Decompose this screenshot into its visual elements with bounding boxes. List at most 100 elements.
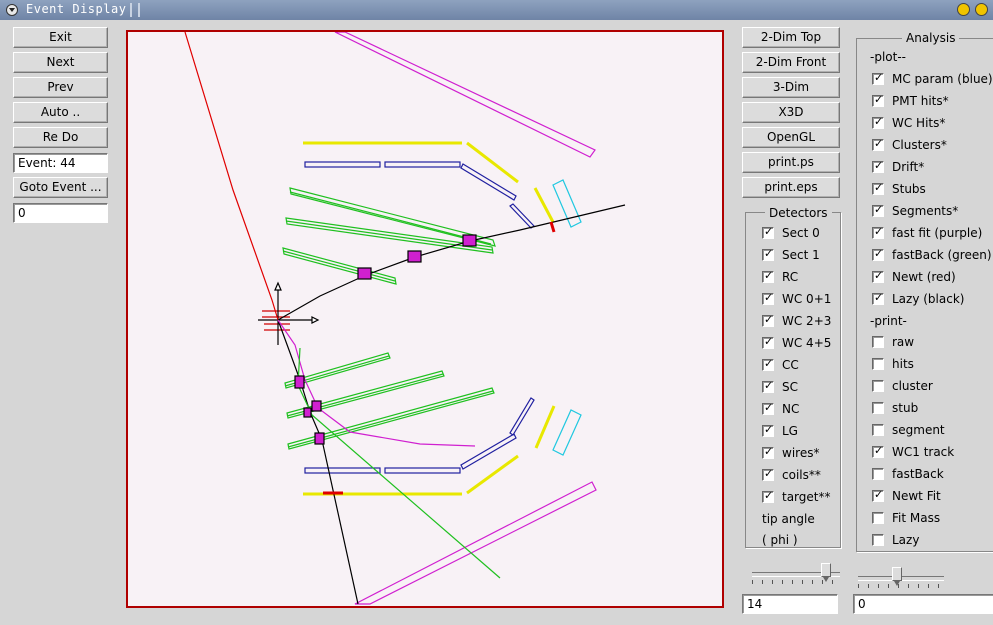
checkbox-label: fastBack (green) [892,248,992,262]
checkbox-label: WC1 track [892,445,955,459]
checkbox-box[interactable] [872,224,884,240]
checkbox-label: CC [782,358,799,372]
checkbox-box[interactable] [872,358,884,370]
checkbox-box[interactable] [872,268,884,284]
tip-angle-label: tip angle [762,512,815,526]
checkbox-box[interactable] [872,336,884,348]
two-dim-front-button[interactable]: 2-Dim Front [742,52,840,73]
checkbox-box[interactable] [872,136,884,152]
phi-label: ( phi ) [762,533,798,547]
tip-angle-slider-thumb[interactable] [820,563,831,582]
checkbox-label: RC [782,270,799,284]
checkbox-box[interactable] [872,380,884,392]
three-dim-button[interactable]: 3-Dim [742,77,840,98]
checkbox-box[interactable] [762,466,774,482]
checkbox-box[interactable] [872,158,884,174]
prev-button[interactable]: Prev [13,77,108,98]
checkbox-box[interactable] [872,202,884,218]
checkbox-label: Lazy [892,533,920,547]
checkbox-label: fast fit (purple) [892,226,983,240]
checkbox-label: stub [892,401,919,415]
checkbox-box[interactable] [872,534,884,546]
tip-angle-slider[interactable] [752,563,840,593]
event-display-canvas[interactable] [126,30,724,608]
checkbox-box[interactable] [872,443,884,459]
checkbox-box[interactable] [762,356,774,372]
next-button[interactable]: Next [13,52,108,73]
analysis-slider-thumb[interactable] [892,567,903,586]
checkbox-box[interactable] [762,422,774,438]
checkbox-box[interactable] [872,70,884,86]
opengl-button[interactable]: OpenGL [742,127,840,148]
checkbox-label: Newt Fit [892,489,941,503]
checkbox-box[interactable] [762,444,774,460]
checkbox-label: Newt (red) [892,270,956,284]
checkbox-box[interactable] [872,290,884,306]
window-title: Event Display [26,2,127,16]
checkbox-label: Sect 1 [782,248,820,262]
checkbox-box[interactable] [762,246,774,262]
checkbox-label: PMT hits* [892,94,949,108]
red-hits [323,221,556,495]
plot-header: -plot-- [870,50,906,64]
checkbox-box[interactable] [872,424,884,436]
analysis-value[interactable]: 0 [853,594,993,614]
blue-chambers [304,161,535,474]
goto-event-button[interactable]: Goto Event ... [13,177,108,198]
checkbox-label: target** [782,490,831,504]
checkbox-label: Sect 0 [782,226,820,240]
checkbox-label: segment [892,423,945,437]
checkbox-box[interactable] [762,334,774,350]
checkbox-label: Lazy (black) [892,292,965,306]
checkbox-box[interactable] [872,114,884,130]
analysis-slider[interactable] [858,567,944,597]
checkbox-box[interactable] [762,488,774,504]
checkbox-label: Stubs [892,182,926,196]
window-menu-icon[interactable] [6,4,18,16]
checkbox-box[interactable] [762,224,774,240]
title-bar: Event Display [0,0,993,20]
minimize-icon[interactable] [957,3,970,16]
coil-outline-top [334,32,596,158]
checkbox-label: raw [892,335,915,349]
checkbox-label: WC 0+1 [782,292,832,306]
redo-button[interactable]: Re Do [13,127,108,148]
event-number-field[interactable]: Event: 44 [13,153,108,173]
checkbox-label: cluster [892,379,933,393]
print-ps-button[interactable]: print.ps [742,152,840,173]
exit-button[interactable]: Exit [13,27,108,48]
checkbox-label: Drift* [892,160,925,174]
x3d-button[interactable]: X3D [742,102,840,123]
checkbox-label: MC param (blue) [892,72,993,86]
checkbox-box[interactable] [872,92,884,108]
checkbox-box[interactable] [872,180,884,196]
tracks [184,32,626,605]
goto-event-input[interactable]: 0 [13,203,108,223]
checkbox-box[interactable] [762,290,774,306]
checkbox-box[interactable] [762,400,774,416]
checkbox-label: coils** [782,468,821,482]
checkbox-box[interactable] [762,268,774,284]
checkbox-label: Segments* [892,204,959,218]
hit-markers [294,234,477,445]
checkbox-box[interactable] [872,512,884,524]
checkbox-box[interactable] [872,468,884,480]
maximize-icon[interactable] [975,3,988,16]
checkbox-label: Fit Mass [892,511,941,525]
print-eps-button[interactable]: print.eps [742,177,840,198]
checkbox-box[interactable] [762,312,774,328]
checkbox-box[interactable] [872,246,884,262]
checkbox-box[interactable] [872,402,884,414]
checkbox-label: SC [782,380,798,394]
coil-outline-bottom [354,481,597,605]
analysis-title: Analysis [902,31,960,45]
auto-button[interactable]: Auto .. [13,102,108,123]
two-dim-top-button[interactable]: 2-Dim Top [742,27,840,48]
checkbox-label: WC 2+3 [782,314,832,328]
checkbox-box[interactable] [762,378,774,394]
checkbox-label: hits [892,357,914,371]
checkbox-label: wires* [782,446,820,460]
checkbox-box[interactable] [872,487,884,503]
checkbox-label: WC 4+5 [782,336,832,350]
tip-angle-value[interactable]: 14 [742,594,838,614]
